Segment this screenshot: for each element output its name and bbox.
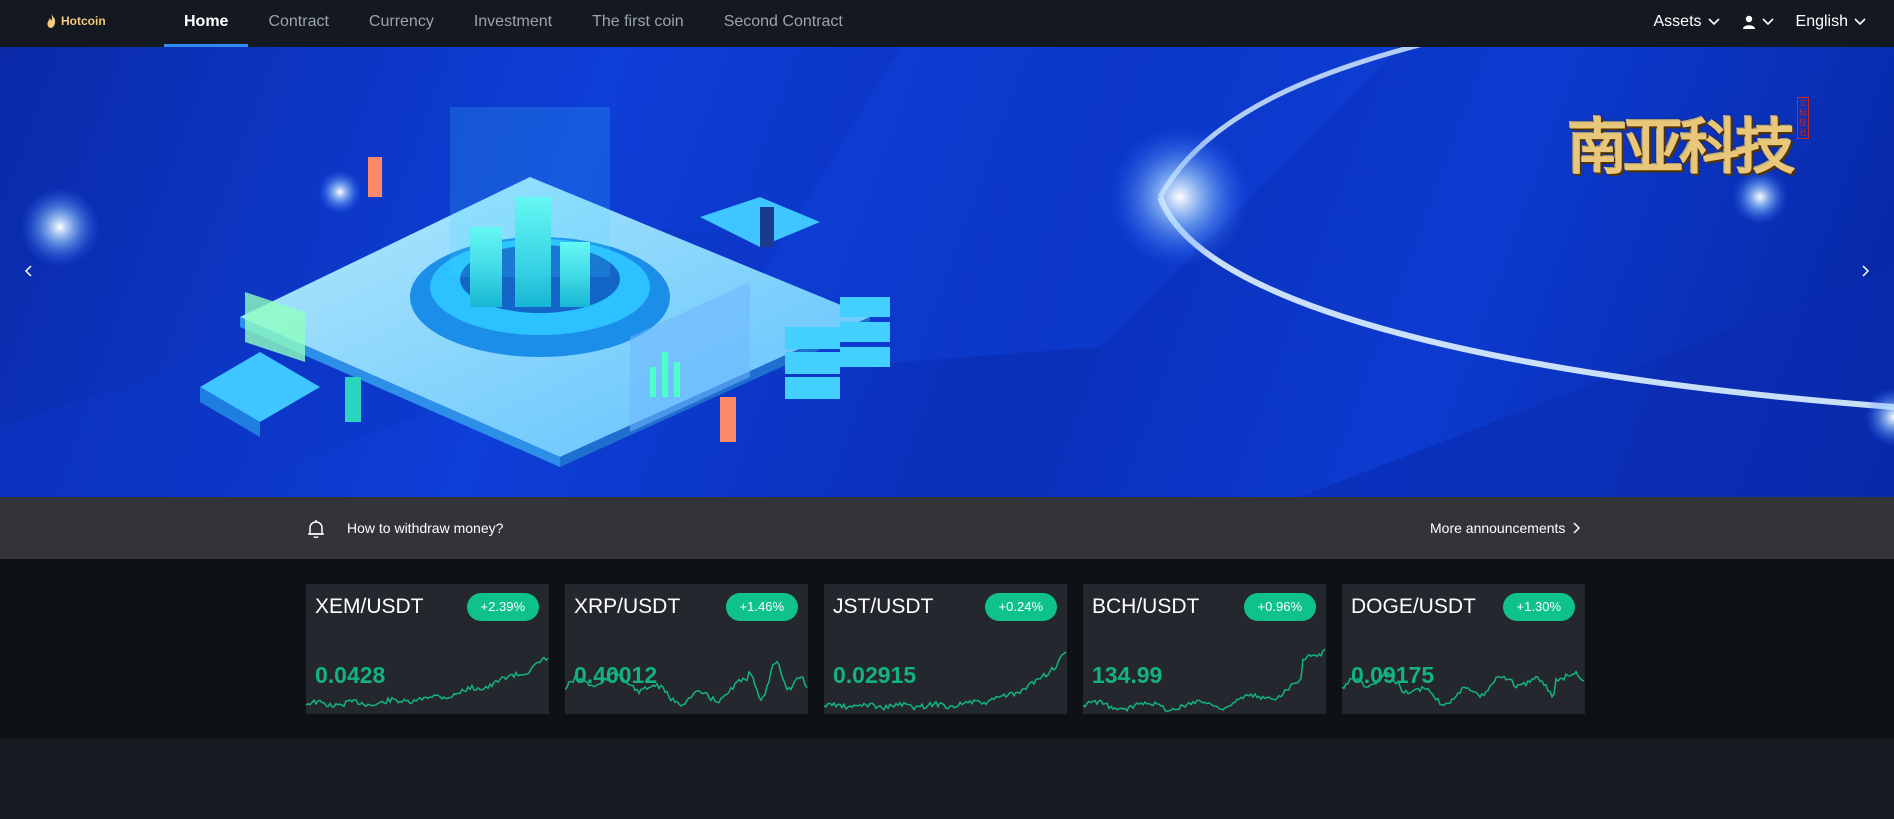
user-dropdown[interactable] — [1742, 15, 1774, 29]
nav-right-menu: Assets English — [1654, 0, 1867, 43]
flame-icon — [47, 14, 56, 28]
chevron-left-icon — [24, 265, 32, 277]
page-footer-area — [0, 739, 1894, 819]
last-price: 0.02915 — [833, 662, 917, 688]
user-icon — [1742, 15, 1755, 29]
pair-name: JST/USDT — [833, 595, 934, 618]
last-price: 134.99 — [1092, 662, 1163, 688]
change-badge: +1.30% — [1502, 593, 1575, 621]
logo[interactable]: Hotcoin — [46, 14, 106, 28]
brand-text: 南亚科技 — [1567, 112, 1796, 183]
chevron-right-icon — [1862, 265, 1870, 277]
bell-icon — [308, 520, 324, 539]
brand-seal: 立标技社 — [1797, 97, 1809, 139]
hero-banner-carousel[interactable]: 南亚科技 立标技社 — [0, 47, 1894, 497]
announcement-link[interactable]: How to withdraw money? — [347, 520, 503, 536]
chevron-right-icon — [1573, 522, 1581, 534]
ticker-card-jst[interactable]: JST/USDT +0.24% 0.02915 — [824, 584, 1067, 714]
change-badge: +0.96% — [1243, 593, 1316, 621]
brand-logo: 南亚科技 立标技社 — [1542, 87, 1817, 197]
ticker-card-xrp[interactable]: XRP/USDT +1.46% 0.40012 — [565, 584, 808, 714]
announcement-bar: How to withdraw money? More announcement… — [0, 497, 1894, 559]
assets-dropdown[interactable]: Assets — [1654, 13, 1720, 31]
top-navbar: Hotcoin Home Contract Currency Investmen… — [0, 0, 1894, 47]
ticker-cards: XEM/USDT +2.39% 0.0428 XRP/USDT +1.46% 0… — [306, 584, 1585, 714]
carousel-prev-button[interactable] — [18, 261, 38, 281]
pair-name: DOGE/USDT — [1351, 595, 1476, 618]
change-badge: +1.46% — [725, 593, 798, 621]
last-price: 0.09175 — [1351, 662, 1435, 688]
ticker-card-doge[interactable]: DOGE/USDT +1.30% 0.09175 — [1342, 584, 1585, 714]
chevron-down-icon — [1707, 17, 1720, 25]
last-price: 0.0428 — [315, 662, 386, 688]
more-announcements-link[interactable]: More announcements — [1430, 520, 1581, 536]
ticker-card-xem[interactable]: XEM/USDT +2.39% 0.0428 — [306, 584, 549, 714]
logo-text: Hotcoin — [61, 14, 106, 28]
pair-name: BCH/USDT — [1092, 595, 1200, 618]
tab-currency[interactable]: Currency — [349, 0, 454, 47]
chevron-down-icon — [1761, 17, 1774, 25]
market-ticker-section: XEM/USDT +2.39% 0.0428 XRP/USDT +1.46% 0… — [0, 559, 1894, 739]
tab-home[interactable]: Home — [164, 0, 249, 47]
last-price: 0.40012 — [574, 662, 658, 688]
pair-name: XRP/USDT — [574, 595, 681, 618]
pair-name: XEM/USDT — [315, 595, 424, 618]
chevron-down-icon — [1854, 17, 1866, 25]
change-badge: +2.39% — [466, 593, 539, 621]
ticker-card-bch[interactable]: BCH/USDT +0.96% 134.99 — [1083, 584, 1326, 714]
tab-contract[interactable]: Contract — [248, 0, 348, 47]
change-badge: +0.24% — [984, 593, 1057, 621]
main-tabs: Home Contract Currency Investment The fi… — [164, 0, 863, 47]
tab-investment[interactable]: Investment — [454, 0, 572, 47]
carousel-next-button[interactable] — [1856, 261, 1876, 281]
language-label: English — [1795, 12, 1848, 30]
tab-second-contract[interactable]: Second Contract — [704, 0, 863, 47]
tab-first-coin[interactable]: The first coin — [572, 0, 704, 47]
assets-label: Assets — [1653, 12, 1702, 30]
more-announcements-label: More announcements — [1430, 520, 1566, 536]
language-dropdown[interactable]: English — [1796, 13, 1866, 31]
